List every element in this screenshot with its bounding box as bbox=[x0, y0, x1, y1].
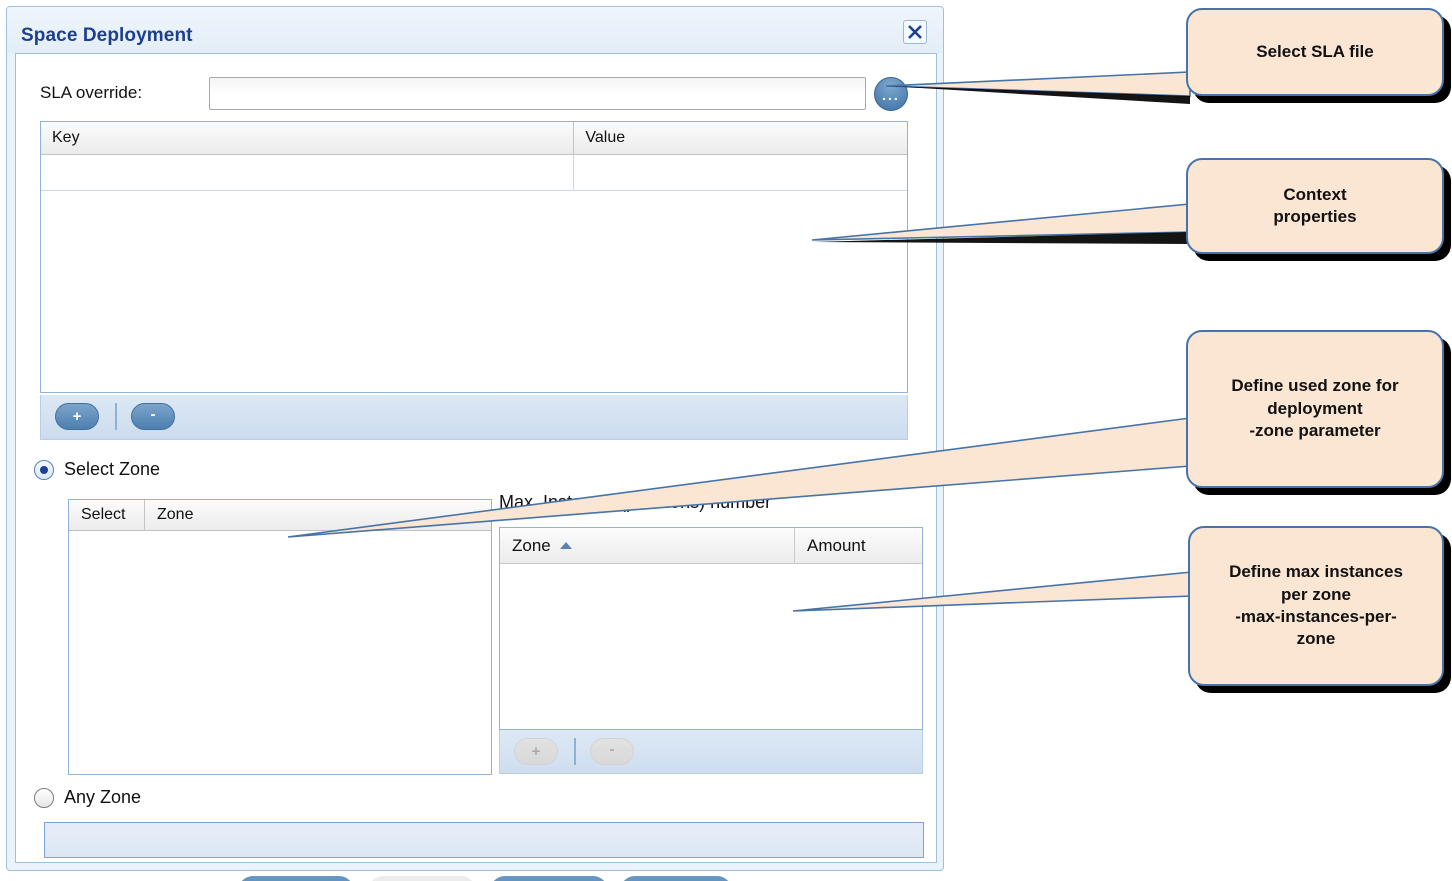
radio-select-zone[interactable]: Select Zone bbox=[34, 459, 160, 480]
dialog-body: SLA override: ... Key Value + - Select Z… bbox=[15, 53, 937, 881]
callout-text: Define used zone for deployment -zone pa… bbox=[1231, 376, 1399, 441]
column-header-key[interactable]: Key bbox=[41, 122, 575, 154]
dialog-titlebar: Space Deployment bbox=[7, 7, 943, 53]
callout-select-sla-file: Select SLA file bbox=[1186, 8, 1444, 96]
table-header-row: Key Value bbox=[41, 122, 907, 155]
callout-text: Select SLA file bbox=[1256, 41, 1374, 61]
radio-any-zone-label: Any Zone bbox=[64, 787, 142, 807]
cell-value[interactable] bbox=[574, 155, 907, 190]
sla-browse-button[interactable]: ... bbox=[874, 77, 908, 111]
previous-button[interactable]: < Previous bbox=[238, 876, 354, 881]
radio-icon-selected bbox=[34, 459, 54, 480]
column-header-zone-label: Zone bbox=[512, 535, 551, 555]
space-deployment-dialog: Space Deployment SLA override: ... Key V… bbox=[6, 6, 944, 881]
callout-define-used-zone: Define used zone for deployment -zone pa… bbox=[1186, 330, 1444, 488]
screen-root: Space Deployment SLA override: ... Key V… bbox=[0, 0, 1452, 881]
context-properties-toolbar: + - bbox=[40, 395, 908, 440]
table-header-row: Select Zone bbox=[69, 500, 491, 531]
zone-selection-table: Select Zone bbox=[68, 499, 492, 775]
dialog-footer: < Previous Next > Deploy Cancel bbox=[16, 866, 936, 881]
callout-text: Context properties bbox=[1273, 184, 1357, 226]
remove-property-button[interactable]: - bbox=[131, 403, 175, 430]
callout-text: Define max instances per zone -max-insta… bbox=[1229, 562, 1403, 649]
max-instances-caption: Max. Instances(partitions) number bbox=[499, 492, 772, 512]
next-button[interactable]: Next > bbox=[368, 876, 476, 881]
cancel-button[interactable]: Cancel bbox=[620, 876, 732, 881]
table-row[interactable] bbox=[41, 155, 907, 191]
toolbar-separator bbox=[574, 738, 576, 765]
max-instances-table: Zone Amount bbox=[499, 527, 923, 730]
column-header-zone[interactable]: Zone bbox=[145, 500, 491, 530]
callout-define-max-instances: Define max instances per zone -max-insta… bbox=[1188, 526, 1444, 686]
callout-context-properties: Context properties bbox=[1186, 158, 1444, 254]
deploy-button[interactable]: Deploy bbox=[490, 876, 608, 881]
cell-key[interactable] bbox=[41, 155, 575, 190]
sort-ascending-icon bbox=[559, 542, 572, 549]
radio-any-zone[interactable]: Any Zone bbox=[34, 787, 141, 808]
add-max-instance-button[interactable]: + bbox=[514, 738, 558, 765]
column-header-amount[interactable]: Amount bbox=[795, 528, 922, 563]
column-header-zone[interactable]: Zone bbox=[500, 528, 795, 563]
table-header-row: Zone Amount bbox=[500, 528, 922, 564]
column-header-value[interactable]: Value bbox=[574, 122, 907, 154]
context-properties-table: Key Value bbox=[40, 121, 908, 393]
close-icon[interactable] bbox=[903, 20, 927, 44]
remove-max-instance-button[interactable]: - bbox=[590, 738, 634, 765]
column-header-select[interactable]: Select bbox=[69, 500, 145, 530]
add-property-button[interactable]: + bbox=[55, 403, 99, 430]
sla-override-input[interactable] bbox=[209, 77, 866, 110]
radio-icon-unselected bbox=[34, 787, 54, 808]
toolbar-separator bbox=[115, 403, 117, 430]
sla-override-label: SLA override: bbox=[40, 83, 143, 102]
max-instances-toolbar: + - bbox=[499, 730, 923, 774]
dialog-title: Space Deployment bbox=[21, 25, 193, 46]
ellipsis-icon: ... bbox=[882, 87, 900, 103]
radio-select-zone-label: Select Zone bbox=[64, 459, 161, 479]
any-zone-panel bbox=[44, 822, 924, 858]
